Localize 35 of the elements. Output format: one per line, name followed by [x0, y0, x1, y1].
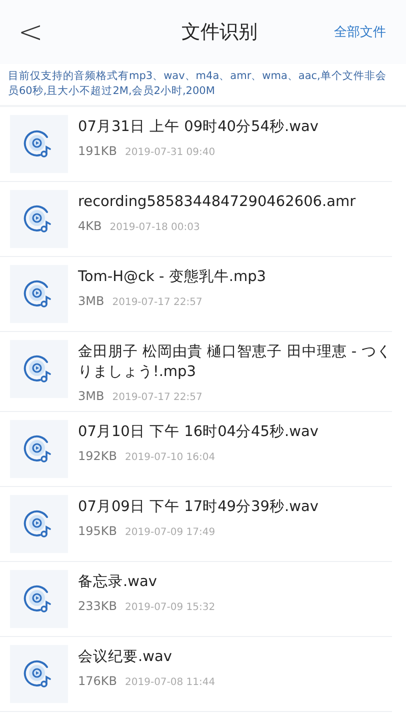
file-size: 233KB — [78, 599, 118, 613]
page-title: 文件识别 — [182, 20, 258, 45]
file-row[interactable]: 金田朋子 松岡由貴 樋口智恵子 田中理恵 - つくりましょう!.mp3 3MB 2019-07-17 22:57 — [0, 332, 392, 412]
back-button[interactable]: < — [12, 14, 50, 50]
file-row[interactable]: 07月31日 上午 09时40分54秒.wav 191KB 2019-07-31 09:40 — [0, 107, 392, 182]
file-row[interactable]: 07月09日 下午 17时49分39秒.wav 195KB 2019-07-09 17:49 — [0, 487, 392, 562]
file-name: 金田朋子 松岡由貴 樋口智恵子 田中理恵 - つくりましょう!.mp3 — [78, 342, 392, 382]
file-date: 2019-07-09 17:49 — [125, 527, 216, 538]
file-date: 2019-07-17 22:57 — [112, 392, 202, 403]
file-size: 176KB — [78, 674, 118, 688]
file-size: 192KB — [78, 449, 118, 463]
file-size: 195KB — [78, 524, 118, 538]
file-date: 2019-07-09 15:32 — [125, 602, 216, 613]
file-name: 07月31日 上午 09时40分54秒.wav — [78, 118, 318, 137]
file-date: 2019-07-31 09:40 — [125, 147, 216, 158]
file-date: 2019-07-18 00:03 — [110, 222, 200, 233]
file-size: 4KB — [78, 219, 102, 233]
file-name: 会议纪要.wav — [78, 648, 173, 667]
file-date: 2019-07-10 16:04 — [125, 452, 216, 463]
file-size: 3MB — [78, 389, 104, 403]
file-row[interactable]: Tom-H@ck - 变態乳牛.mp3 3MB 2019-07-17 22:57 — [0, 257, 392, 332]
file-name: 备忘录.wav — [78, 572, 158, 592]
file-row[interactable]: 07月10日 下午 16时04分45秒.wav 192KB 2019-07-10 16:04 — [0, 412, 392, 487]
file-row[interactable]: recording5858344847290462606.amr 4KB 2019-07-18 00:03 — [0, 182, 392, 257]
file-date: 2019-07-17 22:57 — [112, 297, 202, 308]
file-name: 07月09日 下午 17时49分39秒.wav — [78, 498, 318, 517]
file-date: 2019-07-08 11:44 — [125, 677, 216, 688]
file-name: 07月10日 下午 16时04分45秒.wav — [78, 423, 318, 442]
file-row[interactable]: 备忘录.wav 233KB 2019-07-09 15:32 — [0, 562, 392, 637]
file-size: 191KB — [78, 144, 118, 158]
all-files-link[interactable]: 全部文件 — [328, 23, 392, 41]
file-name: recording5858344847290462606.amr — [78, 193, 356, 212]
file-name: Tom-H@ck - 变態乳牛.mp3 — [78, 268, 266, 287]
file-size: 3MB — [78, 294, 104, 308]
file-row[interactable]: 会议纪要.wav 176KB 2019-07-08 11:44 — [0, 637, 392, 712]
